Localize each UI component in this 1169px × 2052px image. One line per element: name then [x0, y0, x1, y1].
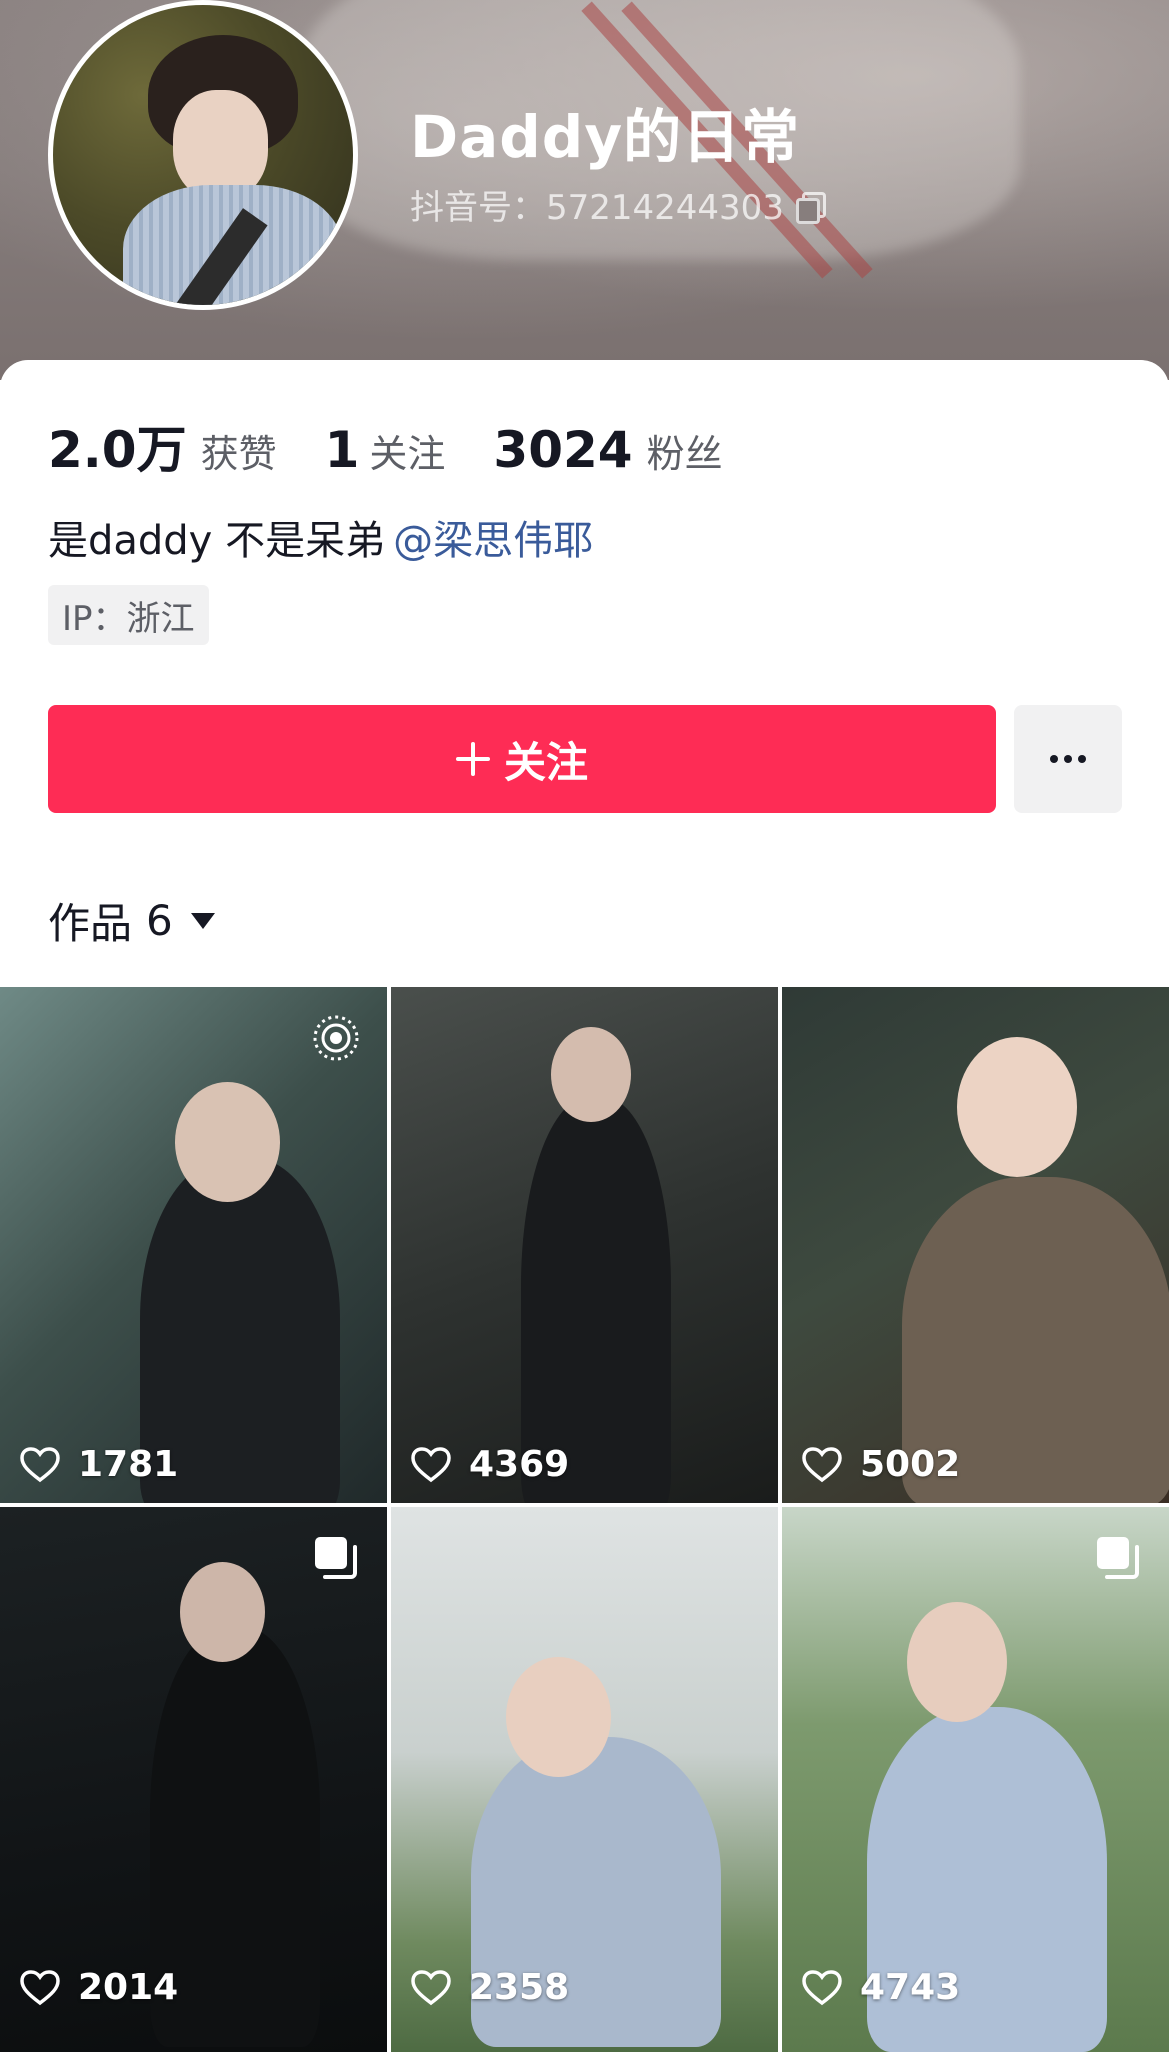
video-tile[interactable]: 4369 [391, 987, 778, 1503]
copy-icon[interactable] [795, 191, 826, 224]
more-button[interactable] [1014, 705, 1122, 813]
live-photo-icon [313, 1015, 359, 1061]
thumbnail-head [907, 1602, 1007, 1722]
thumbnail-head [175, 1082, 280, 1202]
like-count: 5002 [860, 1444, 961, 1485]
following-count[interactable]: 1 [325, 421, 360, 479]
works-tab-label: 作品 [48, 899, 133, 948]
avatar-face [173, 90, 268, 200]
likes-count[interactable]: 2.0万 [48, 410, 187, 482]
follow-button[interactable]: 关注 [48, 705, 996, 813]
bio: 是daddy 不是呆弟 @梁思伟耶 [48, 508, 593, 566]
thumbnail-head [551, 1027, 631, 1122]
like-count: 4743 [860, 1967, 961, 2008]
like-count: 4369 [469, 1444, 570, 1485]
bio-mention-link[interactable]: @梁思伟耶 [393, 518, 593, 564]
avatar[interactable] [48, 0, 358, 310]
likes-label[interactable]: 获赞 [201, 423, 277, 478]
followers-label[interactable]: 粉丝 [647, 423, 723, 478]
more-dots-icon [1050, 755, 1086, 763]
stats-row: 2.0万 获赞 1 关注 3024 粉丝 [48, 410, 723, 482]
video-tile[interactable]: 2014 [0, 1507, 387, 2052]
douyin-id-row[interactable]: 抖音号：57214244303 [410, 180, 826, 229]
caret-down-icon [190, 912, 215, 929]
works-grid: 1781 4369 5002 2014 2358 4743 [0, 987, 1169, 2052]
heart-icon [411, 1446, 451, 1482]
album-icon [1097, 1537, 1139, 1579]
like-count-row: 4369 [411, 1444, 569, 1485]
heart-icon [802, 1969, 842, 2005]
bio-text: 是daddy 不是呆弟 [48, 518, 386, 564]
heart-icon [20, 1446, 60, 1482]
works-tab[interactable]: 作品 6 [48, 890, 215, 951]
thumbnail-head [957, 1037, 1077, 1177]
heart-icon [20, 1969, 60, 2005]
followers-count[interactable]: 3024 [493, 421, 632, 479]
douyin-id: 抖音号：57214244303 [410, 188, 784, 228]
like-count-row: 4743 [802, 1967, 960, 2008]
like-count-row: 2014 [20, 1967, 178, 2008]
album-icon [315, 1537, 357, 1579]
ip-location-tag: IP：浙江 [48, 585, 209, 645]
following-label[interactable]: 关注 [369, 423, 445, 478]
video-tile[interactable]: 5002 [782, 987, 1169, 1503]
thumbnail-head [180, 1562, 265, 1662]
like-count: 1781 [78, 1444, 179, 1485]
thumbnail-head [506, 1657, 611, 1777]
heart-icon [411, 1969, 451, 2005]
heart-icon [802, 1446, 842, 1482]
like-count-row: 2358 [411, 1967, 569, 2008]
video-tile[interactable]: 2358 [391, 1507, 778, 2052]
like-count: 2014 [78, 1967, 179, 2008]
like-count: 2358 [469, 1967, 570, 2008]
follow-button-label: 关注 [503, 737, 588, 787]
video-tile[interactable]: 4743 [782, 1507, 1169, 2052]
profile-header: Daddy的日常 抖音号：57214244303 [0, 0, 1169, 380]
works-count: 6 [146, 896, 173, 945]
nickname: Daddy的日常 [410, 103, 801, 171]
plus-icon [455, 742, 490, 776]
profile-card: 2.0万 获赞 1 关注 3024 粉丝 是daddy 不是呆弟 @梁思伟耶 IP… [0, 360, 1169, 985]
like-count-row: 1781 [20, 1444, 178, 1485]
thumbnail-figure [521, 1097, 671, 1503]
like-count-row: 5002 [802, 1444, 960, 1485]
video-tile[interactable]: 1781 [0, 987, 387, 1503]
